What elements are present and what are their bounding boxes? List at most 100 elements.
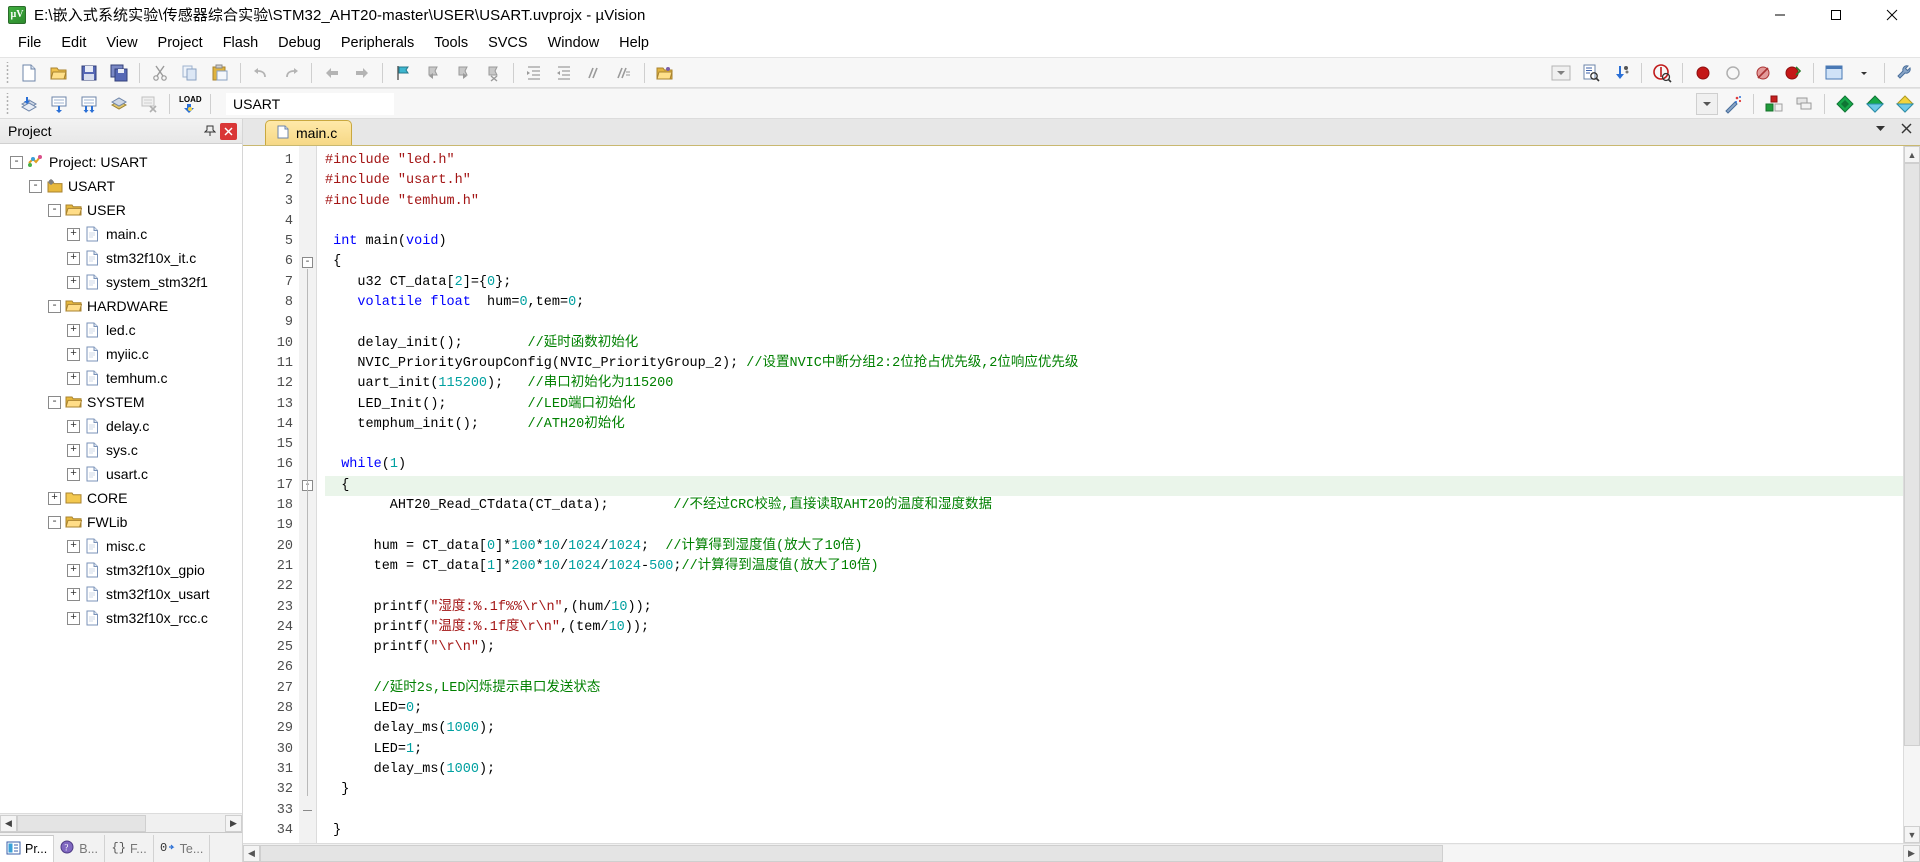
paste-icon[interactable] <box>206 60 234 86</box>
target-dropdown-icon[interactable] <box>1696 92 1718 115</box>
build-icon[interactable] <box>45 91 73 117</box>
tree-item[interactable]: + temhum.c <box>4 366 242 390</box>
expand-toggle-icon[interactable]: + <box>67 227 80 241</box>
collapse-toggle-icon[interactable]: - <box>29 179 42 193</box>
menu-file[interactable]: File <box>8 32 51 54</box>
bookmark-prev-icon[interactable] <box>419 60 447 86</box>
disable-breakpoint-icon[interactable] <box>1749 60 1777 86</box>
rebuild-icon[interactable] <box>75 91 103 117</box>
close-document-icon[interactable] <box>1898 122 1914 137</box>
tree-item[interactable]: + CORE <box>4 486 242 510</box>
batch-build-icon[interactable] <box>105 91 133 117</box>
expand-toggle-icon[interactable]: + <box>67 611 80 625</box>
tree-item[interactable]: - Project: USART <box>4 150 242 174</box>
tree-item[interactable]: - USER <box>4 198 242 222</box>
open-file-icon[interactable] <box>45 60 73 86</box>
save-icon[interactable] <box>75 60 103 86</box>
code-line[interactable]: } <box>325 821 1903 841</box>
code-line[interactable]: { <box>325 475 1903 497</box>
code-line[interactable] <box>325 212 1903 232</box>
editor-tab-main-c[interactable]: main.c <box>265 120 353 145</box>
tree-item[interactable]: + led.c <box>4 318 242 342</box>
project-tree-hscrollbar[interactable]: ◀ ▶ <box>0 813 242 832</box>
menu-view[interactable]: View <box>96 32 147 54</box>
copy-icon[interactable] <box>176 60 204 86</box>
tree-item[interactable]: - USART <box>4 174 242 198</box>
collapse-toggle-icon[interactable]: - <box>10 155 23 169</box>
tree-item[interactable]: + stm32f10x_gpio <box>4 558 242 582</box>
tree-item[interactable]: - HARDWARE <box>4 294 242 318</box>
tree-item[interactable]: + delay.c <box>4 414 242 438</box>
code-hscrollbar[interactable]: ◀ ▶ <box>243 843 1920 862</box>
translate-icon[interactable] <box>15 91 43 117</box>
navigate-forward-icon[interactable] <box>348 60 376 86</box>
code-line[interactable]: #include "led.h" <box>325 151 1903 171</box>
save-all-icon[interactable] <box>105 60 133 86</box>
close-panel-icon[interactable] <box>220 122 237 140</box>
code-line[interactable]: } <box>325 780 1903 800</box>
toolbar-grip[interactable] <box>4 61 11 84</box>
menu-tools[interactable]: Tools <box>424 32 478 54</box>
code-line[interactable]: temphum_init(); //ATH20初始化 <box>325 415 1903 435</box>
code-line[interactable]: LED=1; <box>325 740 1903 760</box>
menu-project[interactable]: Project <box>148 32 213 54</box>
multi-project-icon[interactable] <box>1790 91 1818 117</box>
code-editor[interactable]: 1 2 3 4 5 6 7 8 9 10 11 12 13 14 15 16 17 18 19 20 21 22 23 24 2… <box>243 146 1920 843</box>
code-line[interactable]: { <box>325 252 1903 272</box>
indent-icon[interactable] <box>520 60 548 86</box>
tree-item[interactable]: + stm32f10x_rcc.c <box>4 606 242 630</box>
code-line[interactable]: delay_init(); //延时函数初始化 <box>325 334 1903 354</box>
code-vscrollbar[interactable]: ▲ ▼ <box>1903 146 1920 843</box>
vscroll-track[interactable] <box>1904 163 1920 826</box>
collapse-toggle-icon[interactable]: - <box>48 299 61 313</box>
tree-item[interactable]: + main.c <box>4 222 242 246</box>
expand-toggle-icon[interactable]: + <box>67 323 80 337</box>
code-line[interactable]: tem = CT_data[1]*200*10/1024/1024-500;//… <box>325 557 1903 577</box>
configuration-wizard-icon[interactable] <box>1891 60 1919 86</box>
redo-icon[interactable] <box>277 60 305 86</box>
project-tree[interactable]: - Project: USART - USART - USER + main.c + stm32f… <box>0 144 242 813</box>
code-line[interactable] <box>325 313 1903 333</box>
dropdown-arrow-icon[interactable] <box>1547 60 1575 86</box>
collapse-toggle-icon[interactable]: - <box>48 515 61 529</box>
magic-wand-icon[interactable] <box>1719 91 1747 117</box>
scroll-right-button[interactable]: ▶ <box>225 814 242 832</box>
configure-icon[interactable] <box>1607 60 1635 86</box>
manage-runtime-icon[interactable] <box>1861 91 1889 117</box>
tree-item[interactable]: - SYSTEM <box>4 390 242 414</box>
expand-toggle-icon[interactable]: + <box>67 347 80 361</box>
tree-item[interactable]: + stm32f10x_usart <box>4 582 242 606</box>
pack-installer-icon[interactable] <box>1831 91 1859 117</box>
cut-icon[interactable] <box>146 60 174 86</box>
vscroll-thumb[interactable] <box>1904 163 1920 747</box>
hscroll-thumb[interactable] <box>260 844 1443 862</box>
code-line[interactable]: int main(void) <box>325 232 1903 252</box>
insert-breakpoint-icon[interactable] <box>1689 60 1717 86</box>
project-panel-tab[interactable]: ? B... <box>54 835 105 862</box>
collapse-toggle-icon[interactable]: - <box>48 203 61 217</box>
layout-dropdown-icon[interactable] <box>1850 60 1878 86</box>
tree-item[interactable]: - FWLib <box>4 510 242 534</box>
menu-help[interactable]: Help <box>609 32 659 54</box>
code-line[interactable]: LED=0; <box>325 699 1903 719</box>
code-line[interactable] <box>325 516 1903 536</box>
debug-session-icon[interactable] <box>1648 60 1676 86</box>
menu-peripherals[interactable]: Peripherals <box>331 32 424 54</box>
tree-item[interactable]: + sys.c <box>4 438 242 462</box>
load-icon[interactable]: LOAD <box>176 91 204 117</box>
scroll-down-button[interactable]: ▼ <box>1904 826 1920 843</box>
manage-project-items-icon[interactable] <box>1760 91 1788 117</box>
menu-flash[interactable]: Flash <box>213 32 268 54</box>
bookmark-next-icon[interactable] <box>449 60 477 86</box>
menu-edit[interactable]: Edit <box>51 32 96 54</box>
code-text[interactable]: #include "led.h" #include "usart.h" #inclu… <box>317 146 1903 843</box>
expand-toggle-icon[interactable]: + <box>67 443 80 457</box>
code-line[interactable]: delay_ms(1000); <box>325 760 1903 780</box>
scroll-up-button[interactable]: ▲ <box>1904 146 1920 163</box>
outdent-icon[interactable] <box>550 60 578 86</box>
maximize-button[interactable] <box>1808 0 1864 30</box>
comment-icon[interactable] <box>580 60 608 86</box>
target-selector[interactable]: USART <box>226 92 394 115</box>
tree-item[interactable]: + system_stm32f1 <box>4 270 242 294</box>
code-line[interactable] <box>325 658 1903 678</box>
